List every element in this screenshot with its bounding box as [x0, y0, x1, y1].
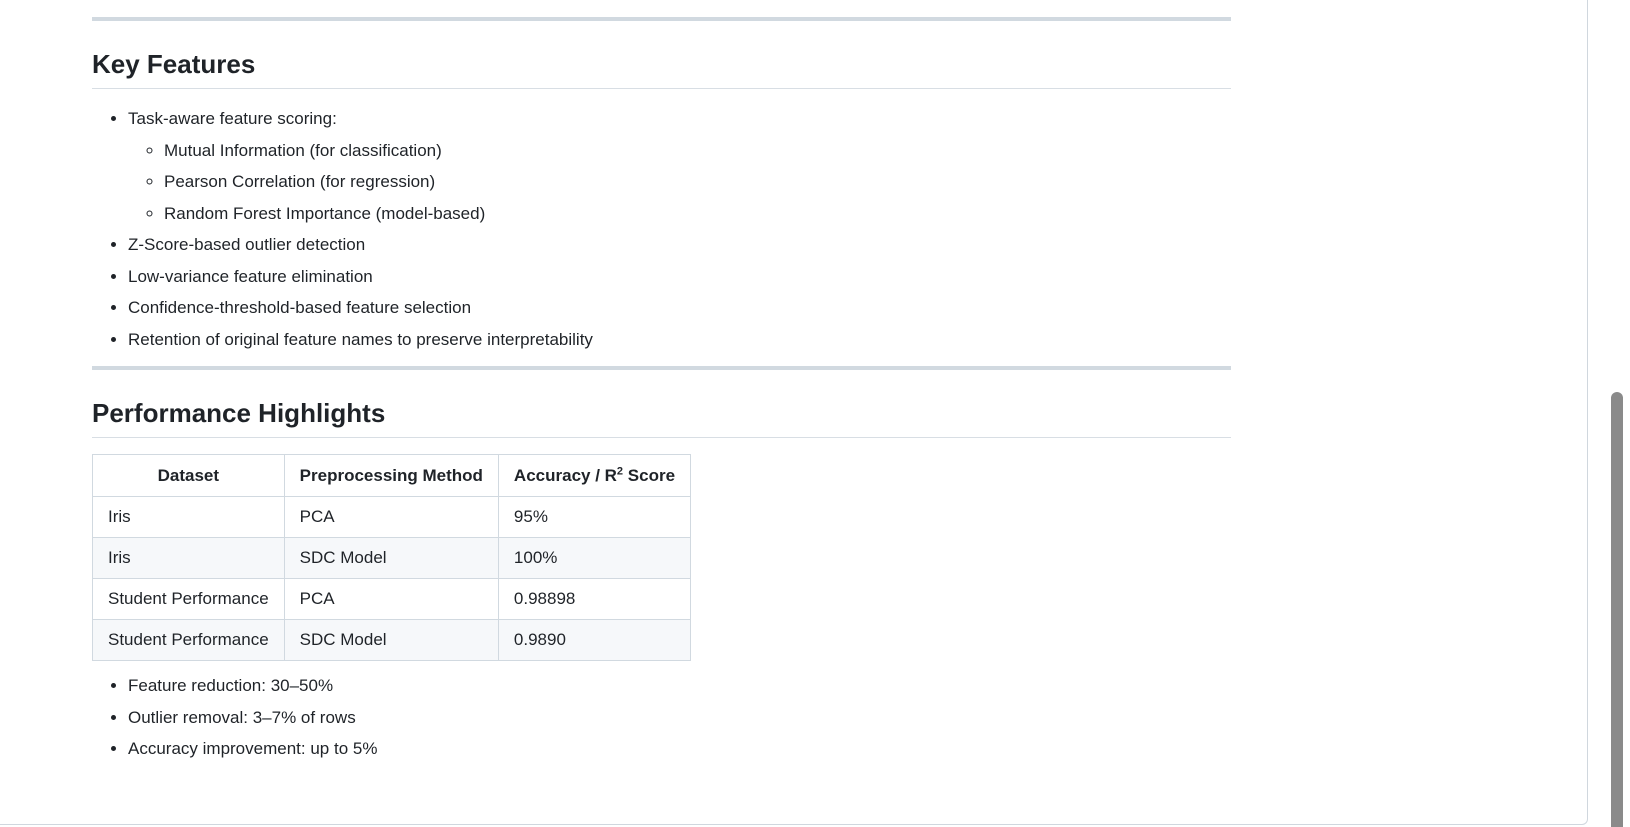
- table-cell: 100%: [497, 537, 692, 579]
- section-divider: [92, 17, 1231, 21]
- table-row: Student Performance SDC Model 0.9890: [92, 619, 692, 661]
- table-cell: Student Performance: [92, 619, 285, 661]
- list-item: Feature reduction: 30–50%: [128, 673, 377, 699]
- performance-summary-list: Feature reduction: 30–50% Outlier remova…: [92, 673, 377, 768]
- table-row: Iris PCA 95%: [92, 496, 692, 538]
- table-cell: 0.9890: [497, 619, 692, 661]
- list-item: Confidence-threshold-based feature selec…: [128, 295, 593, 321]
- table-header-row: Dataset Preprocessing Method Accuracy / …: [92, 454, 692, 497]
- key-features-list: Task-aware feature scoring: Mutual Infor…: [92, 106, 593, 358]
- table-cell: Iris: [92, 537, 285, 579]
- table-cell: SDC Model: [283, 619, 499, 661]
- list-item: Mutual Information (for classification): [164, 138, 593, 164]
- list-item: Z-Score-based outlier detection: [128, 232, 593, 258]
- viewport: Key Features Task-aware feature scoring:…: [0, 0, 1630, 827]
- list-item: Task-aware feature scoring: Mutual Infor…: [128, 106, 593, 227]
- scoring-methods-list: Mutual Information (for classification) …: [128, 138, 593, 227]
- list-item-label: Task-aware feature scoring:: [128, 109, 337, 128]
- list-item: Low-variance feature elimination: [128, 264, 593, 290]
- list-item: Random Forest Importance (model-based): [164, 201, 593, 227]
- column-header-method: Preprocessing Method: [283, 454, 499, 497]
- list-item: Accuracy improvement: up to 5%: [128, 736, 377, 762]
- table-cell: 0.98898: [497, 578, 692, 620]
- column-header-score: Accuracy / R2 Score: [497, 454, 692, 497]
- performance-heading: Performance Highlights: [92, 398, 1231, 438]
- table-cell: Student Performance: [92, 578, 285, 620]
- list-item: Retention of original feature names to p…: [128, 327, 593, 353]
- table-cell: SDC Model: [283, 537, 499, 579]
- table-cell: PCA: [283, 496, 499, 538]
- table-cell: 95%: [497, 496, 692, 538]
- section-divider: [92, 366, 1231, 370]
- list-item: Outlier removal: 3–7% of rows: [128, 705, 377, 731]
- table-cell: Iris: [92, 496, 285, 538]
- column-header-dataset: Dataset: [92, 454, 285, 497]
- table-row: Iris SDC Model 100%: [92, 537, 692, 579]
- list-item: Pearson Correlation (for regression): [164, 169, 593, 195]
- scrollbar-thumb[interactable]: [1611, 392, 1623, 827]
- performance-table: Dataset Preprocessing Method Accuracy / …: [92, 454, 692, 661]
- table-cell: PCA: [283, 578, 499, 620]
- table-row: Student Performance PCA 0.98898: [92, 578, 692, 620]
- key-features-heading: Key Features: [92, 49, 1231, 89]
